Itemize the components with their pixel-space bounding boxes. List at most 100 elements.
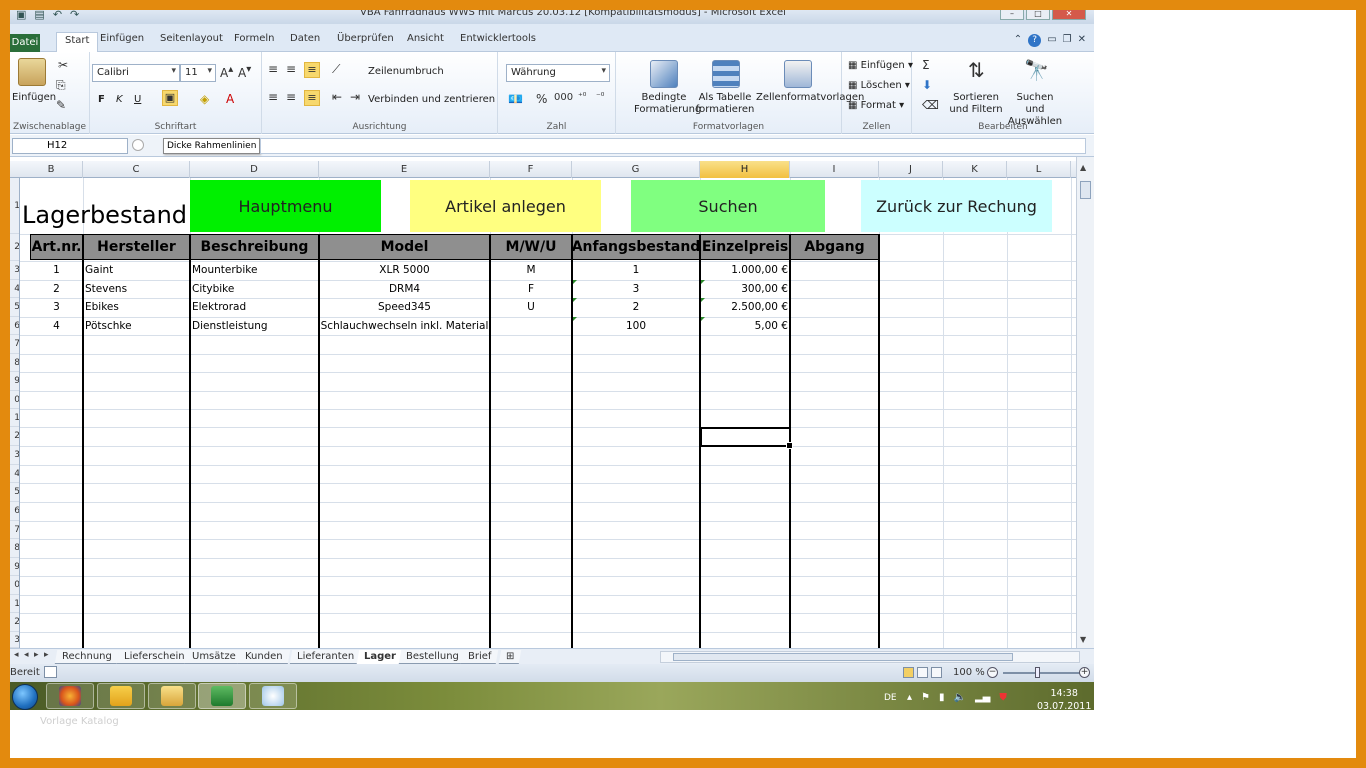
zurueck-button[interactable]: Zurück zur Rechung xyxy=(861,180,1052,232)
error-indicator-icon[interactable] xyxy=(701,298,705,302)
close-workbook-icon[interactable]: ✕ xyxy=(1078,34,1086,47)
help-icon[interactable]: ? xyxy=(1028,34,1042,47)
cell-grid[interactable]: Lagerbestand Hauptmenu Artikel anlegen S… xyxy=(20,178,1076,648)
align-right-icon[interactable]: ≡ xyxy=(304,90,320,106)
cell-styles-icon[interactable] xyxy=(784,60,812,88)
sheet-tab-bestellung[interactable]: Bestellung xyxy=(398,650,467,664)
vertical-scroll-thumb[interactable] xyxy=(1080,181,1091,199)
column-header-d[interactable]: D xyxy=(190,161,319,178)
prev-sheet-icon[interactable]: ◂ xyxy=(24,650,29,660)
column-header-l[interactable]: L xyxy=(1007,161,1071,178)
cell-beschreibung[interactable]: Dienstleistung xyxy=(192,317,318,335)
flag-icon[interactable]: ⚑ xyxy=(921,692,930,703)
row-header[interactable]: 9 xyxy=(10,558,19,576)
currency-icon[interactable]: 💶 xyxy=(508,92,523,106)
row-header[interactable]: 2 xyxy=(10,427,19,446)
cell-model[interactable]: Speed345 xyxy=(319,298,490,316)
normal-view-icon[interactable] xyxy=(903,667,914,678)
clock[interactable]: 14:38 03.07.2011 xyxy=(1037,687,1091,710)
maximize-button[interactable]: □ xyxy=(1026,10,1050,20)
battery-icon[interactable]: ▮ xyxy=(939,692,945,703)
fill-icon[interactable]: ⬇ xyxy=(922,78,932,92)
cell-hersteller[interactable]: Gaint xyxy=(85,261,189,279)
taskbar-excel[interactable] xyxy=(198,683,246,709)
column-header-g[interactable]: G xyxy=(572,161,700,178)
cell-hersteller[interactable]: Ebikes xyxy=(85,298,189,316)
horizontal-scroll-thumb[interactable] xyxy=(673,653,1013,661)
align-bottom-icon[interactable]: ≡ xyxy=(304,62,320,78)
row-header[interactable]: 7 xyxy=(10,521,19,539)
font-size-combo[interactable]: 11 xyxy=(180,64,216,82)
taskbar-explorer[interactable] xyxy=(148,683,196,709)
cell-artnr[interactable]: 2 xyxy=(30,280,83,298)
volume-icon[interactable]: 🔈 xyxy=(954,692,966,703)
error-indicator-icon[interactable] xyxy=(701,317,705,321)
taskbar-outlook[interactable] xyxy=(97,683,145,709)
security-shield-icon[interactable]: ⛊ xyxy=(999,692,1007,703)
cell-mwu[interactable]: M xyxy=(490,261,572,279)
conditional-format-icon[interactable] xyxy=(650,60,678,88)
error-indicator-icon[interactable] xyxy=(573,298,577,302)
cell-einzelpreis[interactable]: 2.500,00 € xyxy=(700,298,789,316)
restore-icon[interactable]: ▭ xyxy=(1047,34,1056,47)
last-sheet-icon[interactable]: ▸ xyxy=(44,650,49,660)
find-select-icon[interactable]: 🔭 xyxy=(1024,58,1049,82)
suchen-button[interactable]: Suchen xyxy=(631,180,825,232)
tab-entwicklertools[interactable]: Entwicklertools xyxy=(460,33,536,44)
tab-formeln[interactable]: Formeln xyxy=(234,33,274,44)
hauptmenu-button[interactable]: Hauptmenu xyxy=(190,180,381,232)
cell-artnr[interactable]: 3 xyxy=(30,298,83,316)
row-header[interactable]: 1 xyxy=(10,595,19,613)
border-icon[interactable]: ▣ xyxy=(162,90,178,106)
cell-artnr[interactable]: 4 xyxy=(30,317,83,335)
column-header-f[interactable]: F xyxy=(490,161,572,178)
macro-record-icon[interactable] xyxy=(44,666,57,678)
show-hidden-icons-icon[interactable]: ▴ xyxy=(907,692,912,703)
close-button[interactable]: ✕ xyxy=(1052,10,1086,20)
redo-icon[interactable]: ↷ xyxy=(70,10,79,21)
clear-icon[interactable]: ⌫ xyxy=(922,98,939,112)
error-indicator-icon[interactable] xyxy=(701,280,705,284)
column-header-k[interactable]: K xyxy=(943,161,1007,178)
taskbar-paint[interactable] xyxy=(249,683,297,709)
row-header[interactable]: 6 xyxy=(10,502,19,521)
page-break-view-icon[interactable] xyxy=(931,667,942,678)
name-box[interactable]: H12 xyxy=(12,138,128,154)
vertical-scrollbar[interactable]: ▲ ▼ xyxy=(1076,157,1094,648)
tab-ueberpruefen[interactable]: Überprüfen xyxy=(337,33,394,44)
row-header[interactable]: 3 xyxy=(10,446,19,465)
error-indicator-icon[interactable] xyxy=(573,280,577,284)
row-header[interactable]: 6 xyxy=(10,317,19,335)
insert-sheet-tab[interactable]: ⊞ xyxy=(498,650,522,664)
align-middle-icon[interactable]: ≡ xyxy=(286,62,296,76)
sort-filter-icon[interactable]: ⇅ xyxy=(968,58,985,82)
zoom-level[interactable]: 100 % xyxy=(953,667,985,678)
cell-model[interactable]: Schlauchwechseln inkl. Material xyxy=(319,317,490,335)
column-header-h[interactable]: H xyxy=(700,161,790,178)
column-header-e[interactable]: E xyxy=(319,161,490,178)
cell-anfangsbestand[interactable]: 3 xyxy=(572,280,700,298)
row-header[interactable]: 7 xyxy=(10,335,19,354)
row-header[interactable]: 4 xyxy=(10,280,19,298)
cell-einzelpreis[interactable]: 1.000,00 € xyxy=(700,261,789,279)
paste-icon[interactable] xyxy=(18,58,46,86)
cell-beschreibung[interactable]: Elektrorad xyxy=(192,298,318,316)
fill-color-icon[interactable]: ◈ xyxy=(200,92,209,106)
format-cells-button[interactable]: ▦ Format ▾ xyxy=(848,100,904,111)
row-header[interactable]: 4 xyxy=(10,465,19,483)
start-button[interactable] xyxy=(12,684,38,710)
zoom-slider-handle[interactable] xyxy=(1035,667,1040,678)
sheet-tab-lager[interactable]: Lager xyxy=(356,650,404,664)
tab-ansicht[interactable]: Ansicht xyxy=(407,33,444,44)
percent-icon[interactable]: % xyxy=(536,92,547,106)
minimize-button[interactable]: – xyxy=(1000,10,1024,20)
cell-einzelpreis[interactable]: 300,00 € xyxy=(700,280,789,298)
next-sheet-icon[interactable]: ▸ xyxy=(34,650,39,660)
cell-hersteller[interactable]: Stevens xyxy=(85,280,189,298)
wrap-text-button[interactable]: Zeilenumbruch xyxy=(368,66,444,77)
cell-beschreibung[interactable]: Mounterbike xyxy=(192,261,318,279)
grow-font-icon[interactable]: A▴ xyxy=(220,64,233,80)
minimize-ribbon-icon[interactable]: ⌃ xyxy=(1014,34,1022,47)
decrease-indent-icon[interactable]: ⇤ xyxy=(332,90,342,104)
row-header[interactable]: 5 xyxy=(10,483,19,502)
